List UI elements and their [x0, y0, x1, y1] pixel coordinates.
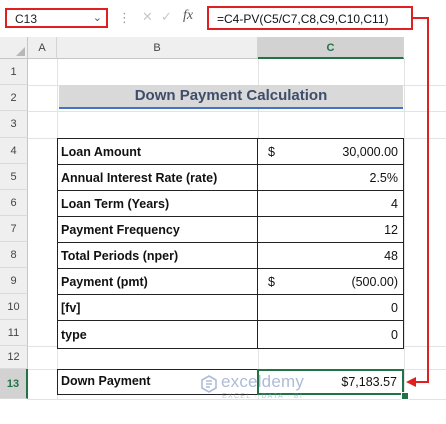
cell-value-text: 30,000.00 [342, 145, 398, 159]
fill-handle[interactable] [401, 392, 409, 400]
row-header-12[interactable]: 12 [0, 346, 28, 369]
name-box-value: C13 [15, 12, 38, 26]
cell-value-text: 4 [391, 197, 398, 211]
name-box[interactable]: C13 ⌄ [5, 8, 108, 28]
table-row: Payment (pmt) $ (500.00) [57, 268, 404, 294]
table-row: Annual Interest Rate (rate) 2.5% [57, 164, 404, 190]
row-header-1[interactable]: 1 [0, 59, 28, 85]
table-row: type 0 [57, 320, 404, 348]
cancel-icon[interactable]: ✕ [142, 9, 153, 25]
table-row: Payment Frequency 12 [57, 216, 404, 242]
table-row: Loan Term (Years) 4 [57, 190, 404, 216]
cell-value-text: 48 [384, 249, 398, 263]
column-header-b[interactable]: B [57, 37, 258, 59]
row-header-2[interactable]: 2 [0, 85, 28, 111]
cell-label[interactable]: Payment Frequency [57, 216, 257, 242]
insert-function-icon[interactable]: fx [183, 8, 193, 24]
cell-value[interactable]: $ (500.00) [257, 268, 404, 294]
table-bottom-border [57, 348, 404, 349]
currency-symbol: $ [268, 275, 275, 289]
row-header-8[interactable]: 8 [0, 242, 28, 268]
table-row: [fv] 0 [57, 294, 404, 320]
table-row: Loan Amount $ 30,000.00 [57, 138, 404, 164]
cell-value[interactable]: $ 30,000.00 [257, 138, 404, 164]
row-header-13[interactable]: 13 [0, 369, 28, 399]
enter-icon[interactable]: ✓ [161, 9, 172, 25]
row-header-4[interactable]: 4 [0, 138, 28, 164]
cell-value[interactable]: 0 [257, 320, 404, 348]
gridline [28, 111, 446, 112]
formula-text: =C4-PV(C5/C7,C8,C9,C10,C11) [217, 12, 389, 26]
row-header-6[interactable]: 6 [0, 190, 28, 216]
exceldemy-watermark: exceldemy EXCEL · DATA · BI [200, 372, 350, 406]
exceldemy-logo-icon [201, 375, 217, 393]
cell-value[interactable]: 48 [257, 242, 404, 268]
cell-label[interactable]: Annual Interest Rate (rate) [57, 164, 257, 190]
table-row: Total Periods (nper) 48 [57, 242, 404, 268]
row-header-9[interactable]: 9 [0, 268, 28, 294]
cell-value-text: (500.00) [351, 275, 398, 289]
column-header-a[interactable]: A [28, 37, 57, 59]
row-header-7[interactable]: 7 [0, 216, 28, 242]
currency-symbol: $ [268, 145, 275, 159]
cell-value[interactable]: 4 [257, 190, 404, 216]
chevron-down-icon[interactable]: ⌄ [93, 11, 102, 24]
cell-value-text: 0 [391, 301, 398, 315]
cell-label[interactable]: Loan Term (Years) [57, 190, 257, 216]
watermark-tagline: EXCEL · DATA · BI [222, 393, 304, 400]
watermark-name: exceldemy [221, 372, 305, 391]
row-header-10[interactable]: 10 [0, 294, 28, 320]
sheet-title[interactable]: Down Payment Calculation [59, 85, 403, 109]
select-all-button[interactable] [0, 37, 28, 59]
formula-input[interactable]: =C4-PV(C5/C7,C8,C9,C10,C11) [207, 6, 413, 30]
row-header-11[interactable]: 11 [0, 320, 28, 346]
cell-value[interactable]: 2.5% [257, 164, 404, 190]
gridline [404, 59, 405, 399]
column-header-c[interactable]: C [258, 37, 404, 59]
formula-bar: C13 ⌄ ⋮ ✕ ✓ fx =C4-PV(C5/C7,C8,C9,C10,C1… [0, 0, 446, 37]
cell-label[interactable]: type [57, 320, 257, 348]
cell-value[interactable]: 12 [257, 216, 404, 242]
cell-value-text: 12 [384, 223, 398, 237]
cell-value-text: 0 [391, 328, 398, 342]
row-header-3[interactable]: 3 [0, 111, 28, 138]
cell-label[interactable]: Payment (pmt) [57, 268, 257, 294]
row-header-5[interactable]: 5 [0, 164, 28, 190]
cell-label[interactable]: Total Periods (nper) [57, 242, 257, 268]
cell-value-text: 2.5% [369, 171, 399, 185]
cell-label[interactable]: Loan Amount [57, 138, 257, 164]
cell-label[interactable]: [fv] [57, 294, 257, 320]
formula-bar-divider: ⋮ [118, 10, 132, 25]
cell-value[interactable]: 0 [257, 294, 404, 320]
